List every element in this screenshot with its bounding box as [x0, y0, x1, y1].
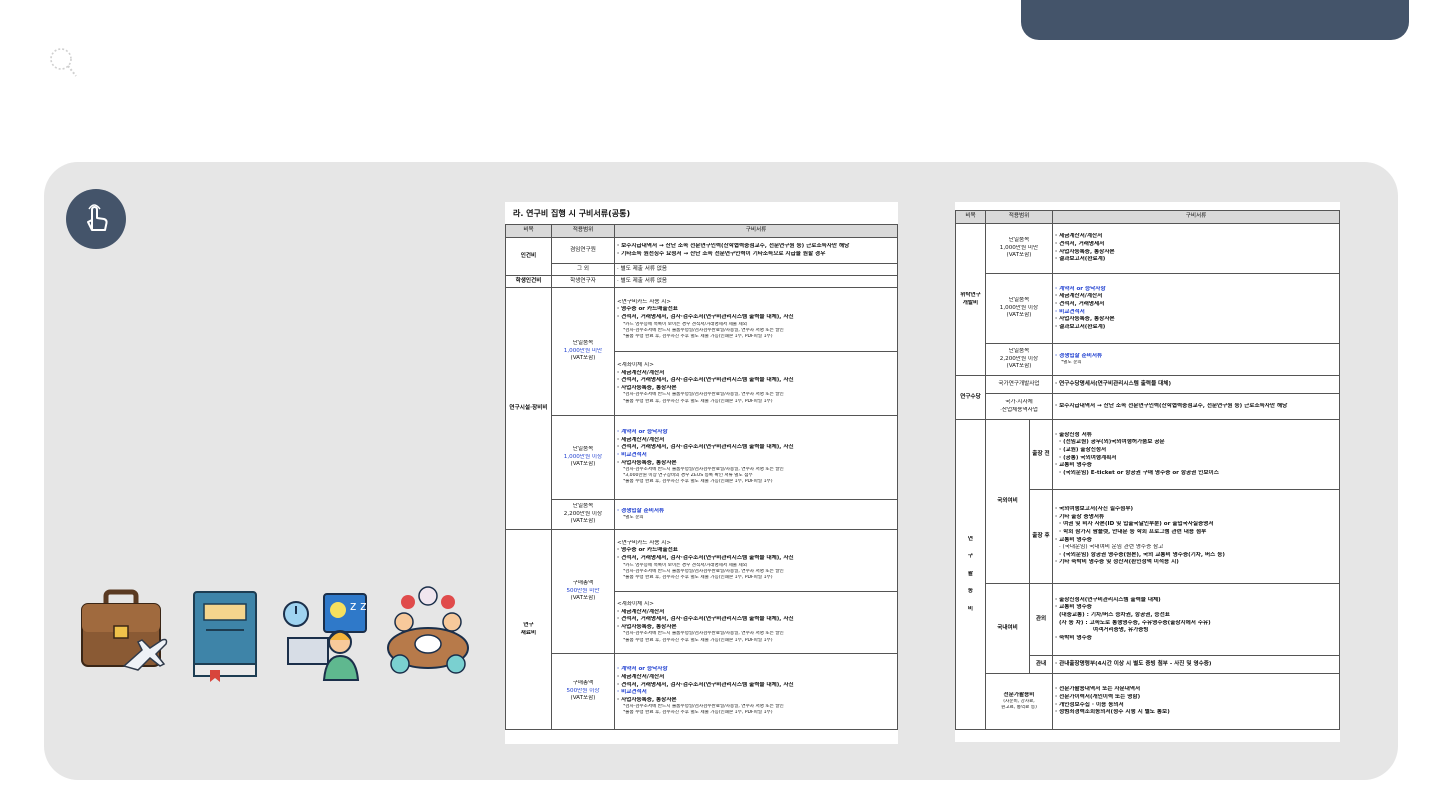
docs-cell: · 경쟁입찰 준비서류 *별도 문의	[1052, 343, 1340, 376]
docs-cell: <계좌이체 시> · 세금계산서/계산서 · 견적서, 거래명세서, 검사·검수조서…	[614, 591, 898, 654]
docs-cell: · 별도 제출 서류 없음	[614, 275, 898, 288]
category-cell: 인건비	[505, 237, 552, 276]
header-accent-bar	[1021, 0, 1409, 40]
scope-cell: 단일품목 1,000만원 미만 (VAT포함)	[551, 287, 615, 416]
scope-cell: 학생연구자	[551, 275, 615, 288]
scope-cell: 단일품목 1,000만원 미만 (VAT포함)	[985, 223, 1053, 274]
docs-cell: · 계약서 or 승낙사항 · 세금계산서/계산서 · 견적서, 거래명세서 · 비교…	[1052, 273, 1340, 344]
scope-cell: 겸임연구원	[551, 237, 615, 264]
category-cell: 위탁연구 개발비	[955, 223, 986, 376]
docs-cell: · 국외여행보고서(사진 필수첨부) · 기타 출장 증명서류 · 여권 및 비자 …	[1052, 489, 1340, 584]
phase-cell: 관외	[1029, 583, 1053, 656]
scope-cell: 단일품목 1,000만원 이상 (VAT포함)	[551, 415, 615, 500]
docs-cell: · 보수지급내역서 → 산단 소속 전문연구인력(산학협력중점교수, 전문연구원…	[1052, 393, 1340, 420]
docs-cell: · 경쟁입찰 준비서류 *별도 문의	[614, 499, 898, 530]
svg-text:z z: z z	[350, 599, 366, 613]
scope-cell: 그 외	[551, 263, 615, 276]
scope-cell: 전문가활용비 (자문비, 강사료, 원고료, 통역료 등)	[985, 673, 1053, 730]
right-requirements-table: 비목 적용범위 구비서류 위탁연구 개발비 단일품목 1,000만원 미만 (VAT포함)…	[955, 210, 1340, 730]
docs-cell: · 보수지급내역서 → 산단 소속 전문연구인력(산학협력중점교수, 전문연구원…	[614, 237, 898, 264]
col-header: 적용범위	[551, 224, 615, 238]
docs-cell: · 관내출장명령부(4시간 이상 시 별도 증빙 첨부 - 사진 및 영수증)	[1052, 655, 1340, 674]
scope-cell: 단일품목 2,200만원 이상 (VAT포함)	[551, 499, 615, 530]
docs-cell: · 출장신청서(연구비관리시스템 출력물 대체) · 교통비 영수증 (대중교통) …	[1052, 583, 1340, 656]
search-icon	[50, 48, 77, 77]
scope-cell: 국외여비	[985, 419, 1030, 584]
category-cell: 연구 재료비	[505, 529, 552, 730]
col-header: 비목	[955, 210, 986, 224]
right-document-table: 비목 적용범위 구비서류 위탁연구 개발비 단일품목 1,000만원 미만 (VAT포함)…	[955, 202, 1340, 742]
left-requirements-table: 비목 적용범위 구비서류 인건비 겸임연구원 · 보수지급내역서 → 산단 소속 전…	[505, 224, 898, 730]
left-document-table: 라. 연구비 집행 시 구비서류(공통) 비목 적용범위 구비서류 인건비 겸임연구…	[505, 202, 898, 744]
scope-cell: 단일품목 2,200만원 이상 (VAT포함)	[985, 343, 1053, 376]
docs-cell: <연구비카드 사용 시> · 영수증 or 카드매출전표 · 견적서, 거래명세서,…	[614, 529, 898, 592]
scope-cell: 국가·지자체 ·산업체용역사업	[985, 393, 1053, 420]
col-header: 구비서류	[614, 224, 898, 238]
docs-cell: · 별도 제출 서류 없음	[614, 263, 898, 276]
touch-hand-icon	[66, 189, 126, 249]
phase-cell: 출장 후	[1029, 489, 1053, 584]
docs-cell: <계좌이체 시> · 세금계산서/계산서 · 견적서, 거래명세서, 검사·검수조서…	[614, 351, 898, 416]
category-cell: 연구시설·장비비	[505, 287, 552, 530]
scope-cell: 구매총액 500만원 이상 (VAT포함)	[551, 653, 615, 730]
docs-cell: · 세금계산서/계산서 · 견적서, 거래명세서 · 사업자등록증, 통장사본 · 결…	[1052, 223, 1340, 274]
meeting-work-icon: z z	[283, 593, 367, 681]
scope-cell: 구매총액 500만원 미만 (VAT포함)	[551, 529, 615, 654]
scope-cell: 국내여비	[985, 583, 1030, 674]
book-icon	[193, 591, 257, 682]
docs-cell: · 연구수당명세서(연구비관리시스템 출력물 대체)	[1052, 375, 1340, 394]
discussion-group-icon	[387, 586, 469, 674]
category-cell: 연구수당	[955, 375, 986, 420]
phase-cell: 출장 전	[1029, 419, 1053, 490]
scope-cell: 국가연구개발사업	[985, 375, 1053, 394]
docs-cell: · 계약서 or 승낙사항 · 세금계산서/계산서 · 견적서, 거래명세서, 검사…	[614, 653, 898, 730]
left-table-title: 라. 연구비 집행 시 구비서류(공통)	[513, 209, 631, 218]
docs-cell: · 전문가활용내역서 또는 자문내역서 · 전문가이력서(개인이력 또는 명함) ·…	[1052, 673, 1340, 730]
col-header: 비목	[505, 224, 552, 238]
col-header: 구비서류	[1052, 210, 1340, 224]
col-header: 적용범위	[985, 210, 1053, 224]
illustration-set: z z	[80, 584, 470, 684]
docs-cell: · 출장신청 서류 · (전임교원) 공무(외)국외여행허가품보 공문 · (교원)…	[1052, 419, 1340, 490]
category-cell: 학생인건비	[505, 275, 552, 288]
category-cell: 연구활동비	[955, 419, 986, 730]
briefcase-travel-icon	[81, 589, 168, 671]
docs-cell: · 계약서 or 승낙사항 · 세금계산서/계산서 · 견적서, 거래명세서, 검사…	[614, 415, 898, 500]
scope-cell: 단일품목 1,000만원 이상 (VAT포함)	[985, 273, 1053, 344]
phase-cell: 관내	[1029, 655, 1053, 674]
docs-cell: <연구비카드 사용 시> · 영수증 or 카드매출전표 · 견적서, 거래명세서,…	[614, 287, 898, 352]
